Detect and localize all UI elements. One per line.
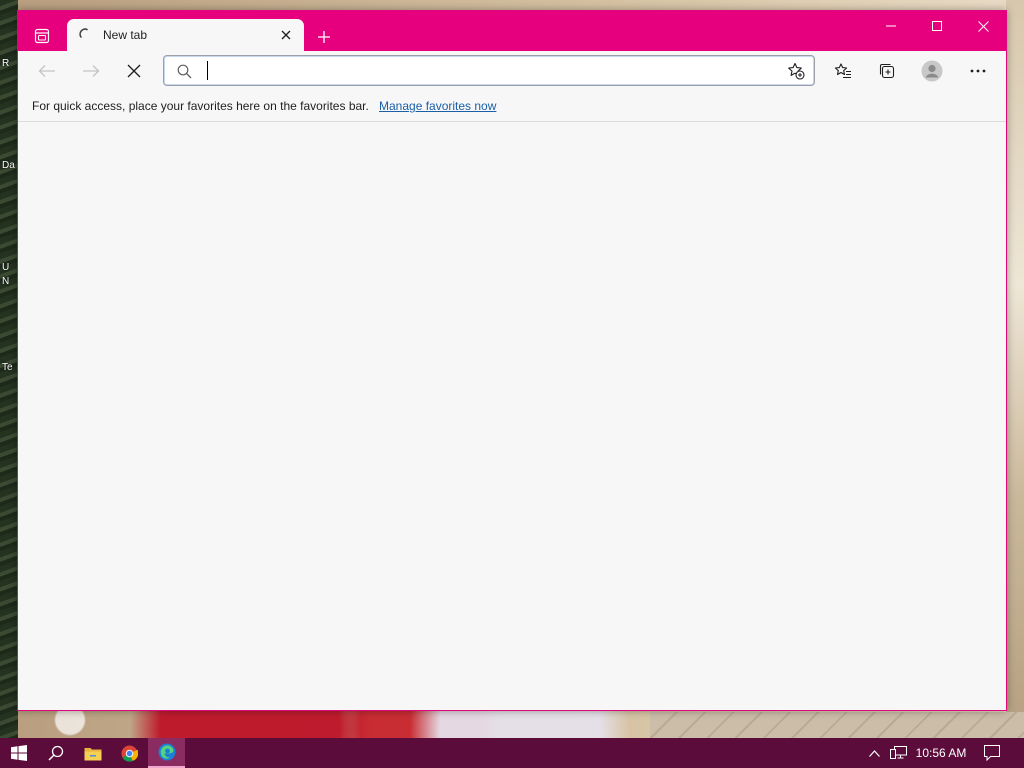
arrow-left-icon bbox=[38, 65, 55, 77]
new-tab-button[interactable] bbox=[310, 23, 338, 51]
chevron-up-icon bbox=[868, 749, 880, 757]
favorites-list-icon bbox=[834, 63, 851, 79]
minimize-icon bbox=[886, 25, 896, 27]
edge-button[interactable] bbox=[148, 738, 185, 768]
taskbar-search-button[interactable] bbox=[37, 738, 74, 768]
arrow-right-icon bbox=[83, 65, 100, 77]
text-caret bbox=[207, 61, 208, 80]
profile-button[interactable] bbox=[916, 55, 948, 87]
window-controls bbox=[868, 11, 1006, 41]
manage-favorites-link[interactable]: Manage favorites now bbox=[379, 99, 496, 113]
close-icon bbox=[281, 30, 291, 40]
favorites-bar: For quick access, place your favorites h… bbox=[18, 91, 1006, 122]
file-explorer-icon bbox=[84, 747, 101, 760]
settings-and-more-button[interactable] bbox=[962, 55, 994, 87]
network-button[interactable] bbox=[886, 738, 910, 768]
avatar-icon bbox=[921, 60, 943, 82]
tab-actions-icon bbox=[34, 28, 50, 44]
action-center-button[interactable] bbox=[978, 738, 1006, 768]
more-dots-icon bbox=[970, 69, 986, 73]
tab-close-button[interactable] bbox=[276, 25, 296, 45]
clock[interactable]: 10:56 AM bbox=[910, 738, 972, 768]
stop-loading-button[interactable] bbox=[118, 55, 150, 87]
start-button[interactable] bbox=[0, 738, 37, 768]
wallpaper-wall bbox=[1006, 0, 1024, 712]
search-icon bbox=[176, 63, 192, 79]
edge-icon bbox=[158, 743, 175, 761]
plus-icon bbox=[318, 31, 330, 43]
tab-title: New tab bbox=[103, 28, 148, 42]
favorites-bar-message: For quick access, place your favorites h… bbox=[32, 99, 369, 113]
forward-button[interactable] bbox=[75, 55, 107, 87]
file-explorer-button[interactable] bbox=[74, 738, 111, 768]
favorites-button[interactable] bbox=[827, 55, 859, 87]
chrome-button[interactable] bbox=[111, 738, 148, 768]
address-input[interactable] bbox=[206, 60, 776, 81]
page-content[interactable] bbox=[18, 122, 1006, 710]
loading-spinner-icon bbox=[77, 26, 93, 42]
desktop-icon-label[interactable]: N bbox=[2, 276, 9, 287]
chrome-icon bbox=[121, 744, 138, 762]
collections-icon bbox=[879, 63, 895, 79]
browser-window: New tab For quick access, place your fav… bbox=[17, 10, 1007, 711]
minimize-button[interactable] bbox=[868, 11, 914, 41]
show-hidden-icons-button[interactable] bbox=[864, 738, 884, 768]
maximize-button[interactable] bbox=[914, 11, 960, 41]
add-favorite-button[interactable] bbox=[784, 60, 808, 82]
navigation-toolbar bbox=[18, 51, 1006, 91]
close-icon bbox=[977, 20, 989, 32]
back-button[interactable] bbox=[31, 55, 63, 87]
tab-actions-button[interactable] bbox=[28, 24, 56, 48]
desktop-icon-label[interactable]: R bbox=[2, 58, 9, 69]
address-bar[interactable] bbox=[163, 55, 815, 86]
notification-icon bbox=[984, 745, 1000, 761]
close-window-button[interactable] bbox=[960, 11, 1006, 41]
windows-start-icon bbox=[10, 745, 27, 761]
network-icon bbox=[889, 746, 907, 759]
tab-new-tab[interactable]: New tab bbox=[67, 19, 304, 52]
desktop-icon-label[interactable]: U bbox=[2, 262, 9, 273]
desktop-icon-label[interactable]: Te bbox=[2, 362, 13, 373]
title-bar[interactable]: New tab bbox=[18, 11, 1006, 52]
taskbar: 10:56 AM bbox=[0, 738, 1024, 768]
maximize-icon bbox=[932, 21, 942, 31]
star-add-icon bbox=[788, 62, 805, 80]
desktop-icon-label[interactable]: Da bbox=[2, 160, 15, 171]
search-icon bbox=[47, 745, 63, 761]
stop-loading-icon bbox=[127, 64, 141, 78]
wallpaper-floor bbox=[650, 712, 1024, 738]
collections-button[interactable] bbox=[871, 55, 903, 87]
